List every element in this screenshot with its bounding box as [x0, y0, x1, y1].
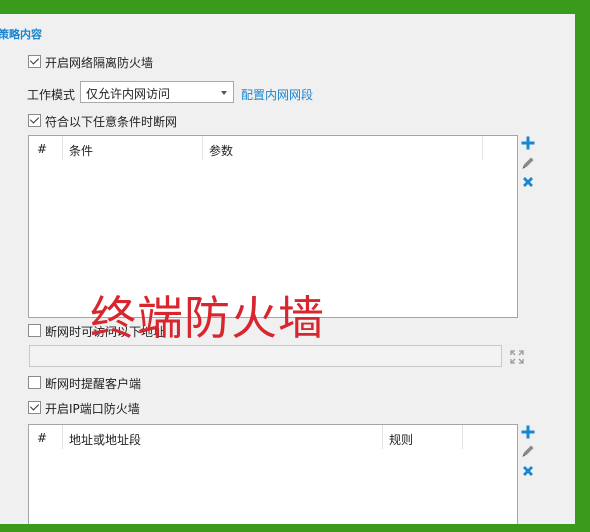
- work-mode-label: 工作模式: [27, 88, 76, 102]
- pencil-icon[interactable]: [520, 443, 536, 459]
- pencil-icon[interactable]: [520, 155, 536, 171]
- ip-col-address[interactable]: 地址或地址段: [69, 431, 141, 448]
- ip-firewall-label: 开启IP端口防火墙: [45, 402, 140, 416]
- allow-access-checkbox[interactable]: [28, 324, 41, 337]
- ip-col-index[interactable]: #: [37, 431, 47, 445]
- conditions-col-condition[interactable]: 条件: [69, 142, 93, 159]
- x-icon[interactable]: [520, 174, 536, 190]
- overlay-caption: 终端防火墙: [90, 291, 325, 345]
- section-title: 策略内容: [0, 28, 42, 41]
- notify-client-label: 断网时提醒客户端: [45, 377, 142, 391]
- chevron-down-icon: [221, 91, 227, 95]
- ip-firewall-checkbox[interactable]: [28, 401, 41, 414]
- disconnect-conditions-checkbox[interactable]: [28, 114, 41, 127]
- x-icon[interactable]: [520, 463, 536, 479]
- config-intranet-link[interactable]: 配置内网网段: [241, 86, 313, 103]
- work-mode-value: 仅允许内网访问: [86, 87, 171, 101]
- ip-rules-table[interactable]: # 地址或地址段 规则: [28, 424, 518, 524]
- expand-icon[interactable]: [509, 349, 525, 365]
- enable-isolation-label: 开启网络隔离防火墙: [45, 56, 154, 70]
- allowed-address-input[interactable]: [29, 345, 502, 367]
- enable-isolation-checkbox[interactable]: [28, 55, 41, 68]
- plus-icon[interactable]: [520, 424, 536, 440]
- conditions-col-params[interactable]: 参数: [209, 142, 233, 159]
- plus-icon[interactable]: [520, 135, 536, 151]
- work-mode-select[interactable]: 仅允许内网访问: [80, 81, 234, 103]
- notify-client-checkbox[interactable]: [28, 376, 41, 389]
- disconnect-conditions-label: 符合以下任意条件时断网: [45, 115, 178, 129]
- conditions-col-index[interactable]: #: [37, 142, 47, 156]
- policy-panel: 策略内容 开启网络隔离防火墙 工作模式 仅允许内网访问 配置内网网段 符合以下任…: [0, 14, 575, 524]
- ip-col-rule[interactable]: 规则: [389, 431, 413, 448]
